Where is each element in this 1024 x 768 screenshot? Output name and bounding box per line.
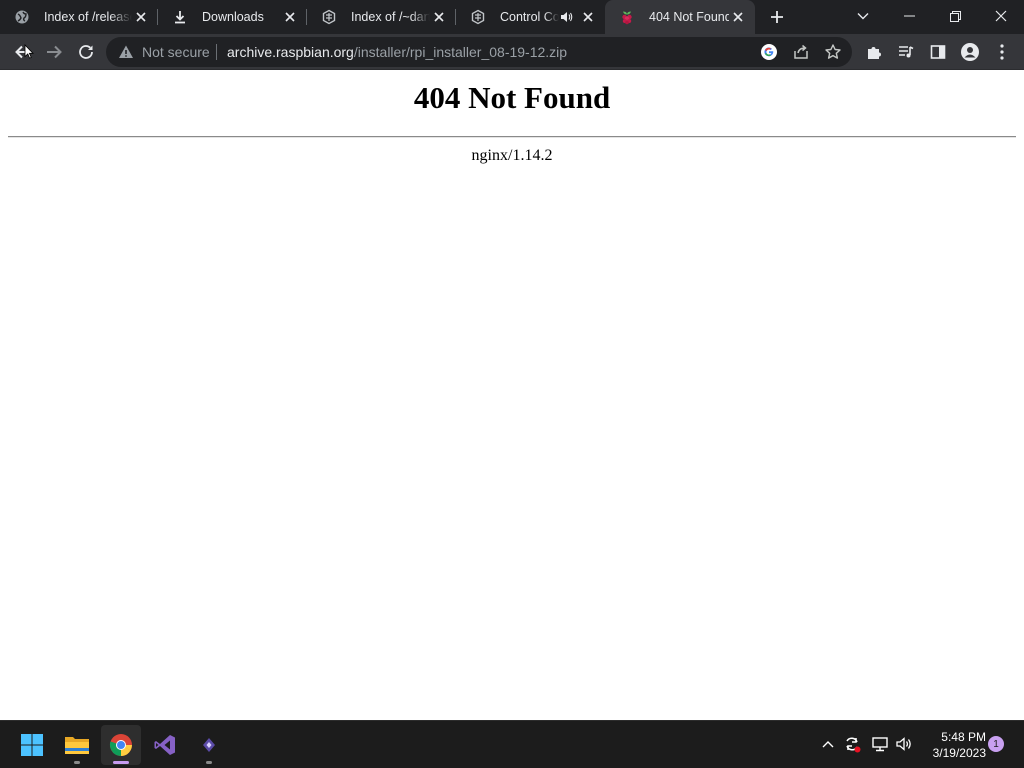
kebab-menu-icon — [1000, 44, 1004, 60]
visual-studio-taskbar-button[interactable] — [145, 725, 185, 765]
volume-tray-icon[interactable] — [893, 733, 915, 755]
url-path: /installer/rpi_installer_08-19-12.zip — [353, 44, 568, 60]
tab-title: Index of /releases — [44, 10, 132, 24]
tab-audio-speaker-icon[interactable] — [559, 10, 573, 24]
tab-control-coll[interactable]: Control Coll — [456, 0, 605, 34]
back-arrow-icon — [15, 44, 34, 59]
speaker-icon — [896, 737, 911, 751]
tab-search-button[interactable] — [840, 0, 886, 32]
notification-badge[interactable]: 1 — [988, 736, 1004, 752]
warning-triangle-icon[interactable] — [118, 44, 134, 60]
chrome-menu-button[interactable] — [988, 38, 1016, 66]
tab-title: Index of /~dartz — [351, 10, 430, 24]
running-indicator — [206, 761, 212, 764]
plus-icon — [771, 11, 783, 23]
url-text[interactable]: archive.raspbian.org/installer/rpi_insta… — [227, 44, 567, 60]
download-icon — [172, 9, 188, 25]
side-panel-icon — [930, 45, 946, 59]
network-icon — [872, 737, 888, 752]
bookmark-star-icon[interactable] — [824, 43, 842, 61]
tab-close-icon[interactable] — [281, 8, 299, 26]
sync-icon — [846, 737, 861, 753]
new-tab-button[interactable] — [764, 5, 790, 29]
app-icon — [321, 9, 337, 25]
folder-icon — [65, 737, 89, 754]
show-hidden-icons-button[interactable] — [817, 733, 839, 755]
share-icon[interactable] — [792, 43, 810, 61]
minimize-button[interactable] — [886, 0, 932, 32]
raspberry-icon — [619, 9, 635, 25]
tab-index-of-dartz[interactable]: Index of /~dartz — [307, 0, 456, 34]
tab-close-icon[interactable] — [579, 8, 597, 26]
address-bar[interactable]: Not secure archive.raspbian.org/installe… — [106, 37, 852, 67]
windows-logo-icon — [21, 734, 43, 756]
app-diamond-icon — [203, 738, 215, 752]
reload-button[interactable] — [72, 38, 100, 66]
tab-close-icon[interactable] — [729, 8, 747, 26]
visual-studio-icon — [154, 735, 175, 755]
app-icon — [470, 9, 486, 25]
tab-close-icon[interactable] — [430, 8, 448, 26]
clock-date: 3/19/2023 — [932, 746, 986, 760]
minimize-icon — [903, 15, 915, 17]
app-taskbar-button[interactable] — [189, 725, 229, 765]
tab-title: Control Coll — [500, 10, 559, 24]
omnibox-divider — [216, 44, 217, 60]
media-queue-icon — [899, 46, 914, 58]
security-status-label[interactable]: Not secure — [142, 44, 210, 60]
network-tray-icon[interactable] — [869, 733, 891, 755]
restore-icon — [949, 10, 961, 22]
running-indicator — [74, 761, 80, 764]
start-button[interactable] — [12, 725, 52, 765]
tab-title: Downloads — [202, 10, 264, 24]
tab-downloads[interactable]: Downloads — [158, 0, 307, 34]
tab-404-not-found[interactable]: 404 Not Found — [605, 0, 755, 34]
restore-button[interactable] — [932, 0, 978, 32]
tab-index-of-releases[interactable]: Index of /releases — [0, 0, 158, 34]
close-window-button[interactable] — [978, 0, 1024, 32]
reload-icon — [79, 45, 93, 59]
profile-button[interactable] — [956, 38, 984, 66]
browser-toolbar: Not secure archive.raspbian.org/installe… — [0, 34, 1024, 70]
active-indicator — [113, 761, 129, 764]
google-lens-icon[interactable] — [760, 43, 778, 61]
media-control-button[interactable] — [892, 38, 920, 66]
chrome-taskbar-button[interactable] — [101, 725, 141, 765]
chrome-icon — [109, 734, 132, 756]
globe-icon — [14, 9, 30, 25]
mouse-cursor-icon — [24, 44, 34, 59]
tab-title: 404 Not Found — [649, 10, 729, 24]
browser-tab-strip: Index of /releases Downloads Index of /~… — [0, 0, 1024, 34]
puzzle-piece-icon — [868, 47, 881, 59]
sync-status-tray-icon[interactable] — [841, 733, 863, 755]
chevron-up-icon — [822, 741, 834, 748]
taskbar-clock[interactable]: 5:48 PM 3/19/2023 — [920, 729, 986, 761]
back-button[interactable] — [10, 38, 38, 66]
server-signature: nginx/1.14.2 — [471, 147, 553, 164]
url-host: archive.raspbian.org — [227, 44, 354, 60]
clock-time: 5:48 PM — [941, 730, 986, 744]
web-page-content: 404 Not Found nginx/1.14.2 — [0, 70, 1024, 720]
tab-close-icon[interactable] — [132, 8, 150, 26]
side-panel-button[interactable] — [924, 38, 952, 66]
forward-button[interactable] — [40, 38, 68, 66]
extensions-button[interactable] — [860, 38, 888, 66]
windows-taskbar: 5:48 PM 3/19/2023 1 — [0, 720, 1024, 768]
error-heading: 404 Not Found — [413, 80, 611, 115]
forward-arrow-icon — [47, 45, 62, 59]
horizontal-rule — [8, 136, 1016, 138]
chevron-down-icon — [857, 13, 869, 20]
profile-avatar-icon — [961, 43, 979, 61]
close-icon — [995, 10, 1007, 22]
file-explorer-taskbar-button[interactable] — [57, 725, 97, 765]
